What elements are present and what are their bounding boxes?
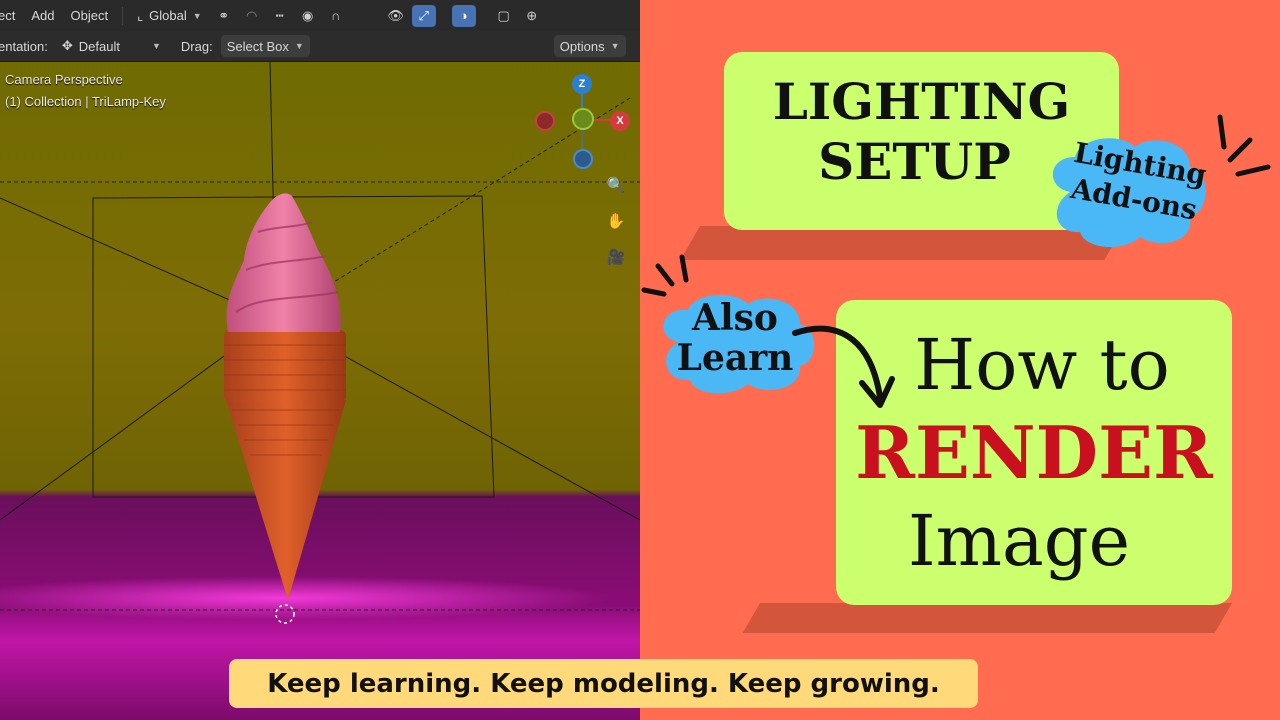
gizmo-y-axis[interactable] <box>572 108 594 130</box>
curved-arrow-icon <box>792 325 895 408</box>
lighting-line: LIGHTING <box>772 72 1071 131</box>
pan-hand-icon[interactable]: ✋ <box>603 208 629 234</box>
gizmo-neg-z-axis[interactable] <box>573 149 593 169</box>
zoom-icon[interactable]: 🔍 <box>603 172 629 198</box>
gizmo-neg-x-axis[interactable] <box>535 111 555 131</box>
bubble-learn-text: Learn <box>676 337 794 379</box>
gizmo-x-axis[interactable]: X <box>610 111 630 131</box>
cone-body <box>224 330 346 402</box>
also-learn-bubble: Also Learn <box>660 300 810 376</box>
render-line: RENDER <box>855 410 1213 495</box>
image-line: Image <box>908 500 1130 582</box>
bubble-also-text: Also <box>692 297 778 339</box>
card2-shadow <box>742 603 1232 633</box>
gizmo-z-axis[interactable]: Z <box>572 74 592 94</box>
spark-marks-left <box>641 254 689 297</box>
blender-viewport[interactable]: ect Add Object ⌞ Global ▼ ⚭ ◠ ┅ ◉ ∩ 👁 ⤢ … <box>0 0 640 720</box>
floor-glow <box>0 576 610 620</box>
view-name: Camera Perspective <box>5 72 123 87</box>
how-to-line: How to <box>914 324 1170 406</box>
camera-view-icon[interactable]: 🎥 <box>603 244 629 270</box>
cone-tip <box>226 400 346 600</box>
spark-marks-right <box>1217 114 1271 177</box>
footer-banner: Keep learning. Keep modeling. Keep growi… <box>229 659 978 708</box>
collection-info: (1) Collection | TriLamp-Key <box>5 94 166 109</box>
